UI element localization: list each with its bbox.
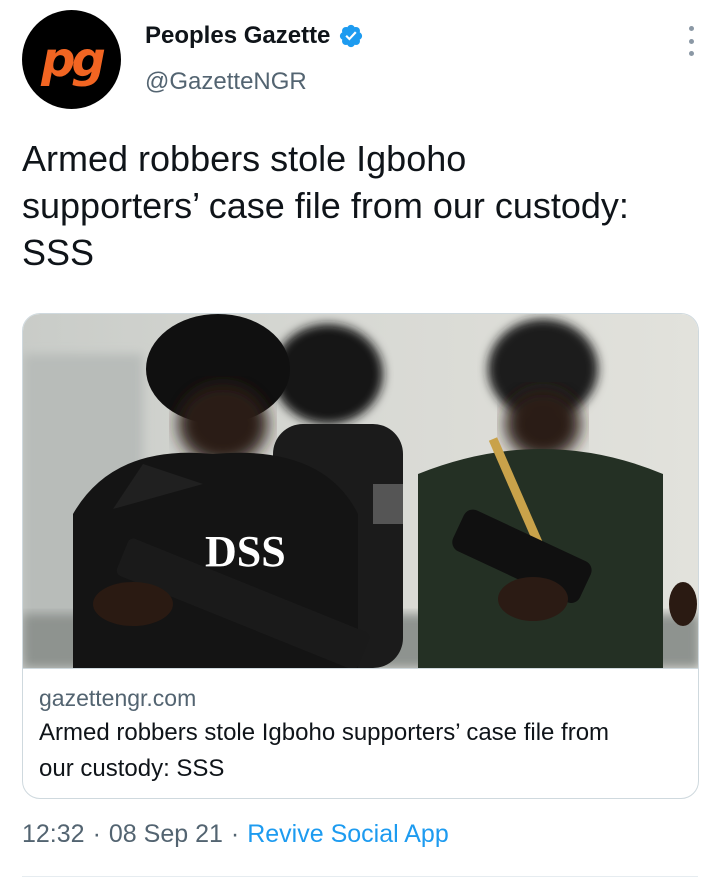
verified-badge-icon	[340, 24, 363, 48]
tweet-footer: 12:32 · 08 Sep 21 · Revive Social App	[22, 820, 449, 849]
tweet-time[interactable]: 12:32	[22, 820, 85, 849]
card-domain: gazettengr.com	[39, 685, 197, 711]
divider	[22, 876, 698, 877]
separator-dot: ·	[230, 820, 240, 848]
more-options-icon[interactable]	[686, 26, 696, 56]
card-title: Armed robbers stole Igboho supporters’ c…	[39, 719, 610, 782]
vest-label-text: DSS	[205, 527, 286, 576]
tweet-date[interactable]: 08 Sep 21	[109, 820, 223, 849]
link-card[interactable]: DSS gazettengr.com Armed robbers stole I…	[22, 313, 699, 799]
author-name-row[interactable]: Peoples Gazette	[145, 22, 364, 50]
author-handle[interactable]: @GazetteNGR	[145, 68, 307, 96]
card-meta[interactable]: gazettengr.com Armed robbers stole Igboh…	[23, 668, 698, 798]
separator-dot: ·	[92, 820, 101, 848]
tweet-header: pg Peoples Gazette @GazetteNGR	[22, 10, 702, 110]
tweet-source-link[interactable]: Revive Social App	[247, 820, 449, 849]
display-name[interactable]: Peoples Gazette	[145, 22, 330, 50]
avatar[interactable]: pg	[22, 10, 121, 109]
card-image: DSS	[23, 314, 698, 668]
tweet-text: Armed robbers stole Igboho supporters’ c…	[22, 138, 629, 273]
avatar-logo-text: pg	[41, 31, 106, 88]
